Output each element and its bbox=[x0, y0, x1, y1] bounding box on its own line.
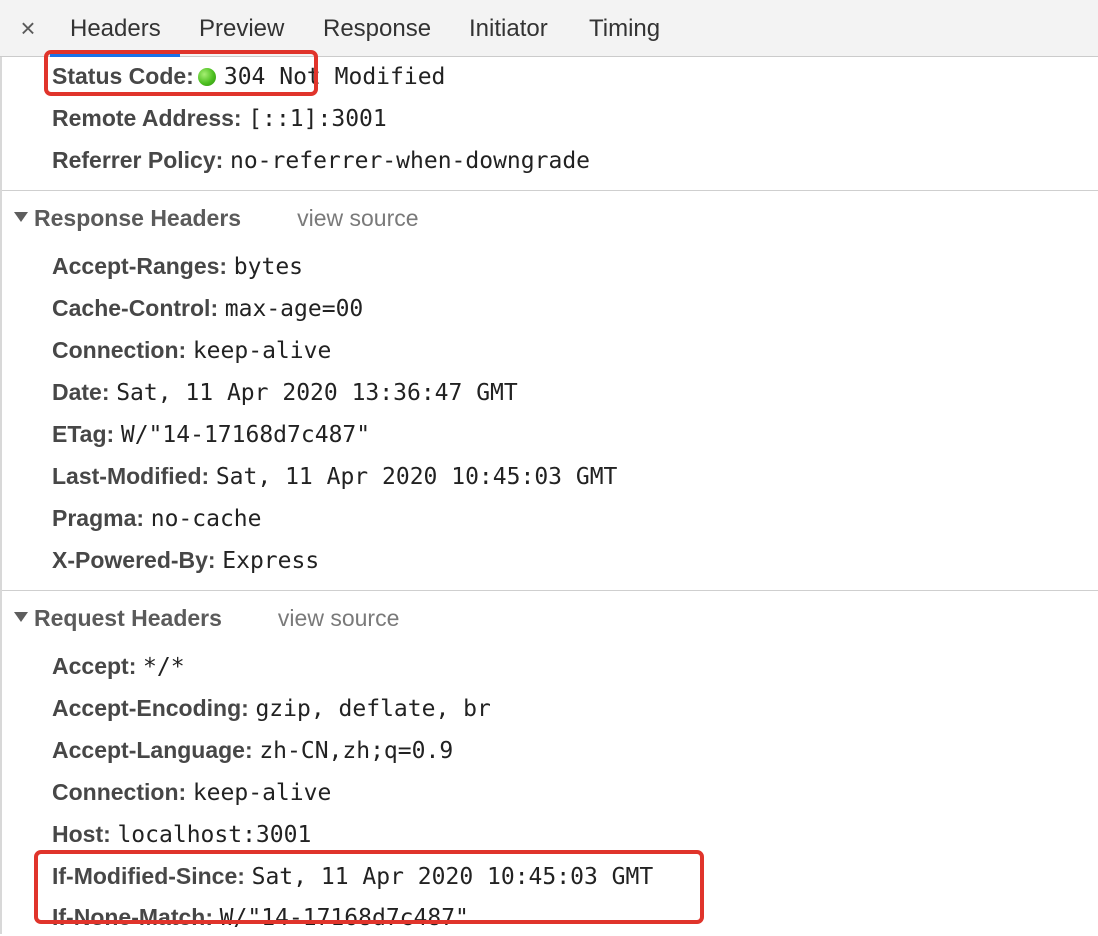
header-key: Accept: bbox=[52, 653, 137, 679]
collapse-triangle-icon[interactable] bbox=[14, 212, 28, 222]
header-row-referrer-policy: Referrer Policy: no-referrer-when-downgr… bbox=[52, 142, 590, 178]
section-divider bbox=[2, 190, 1098, 191]
header-row: Accept-Language: zh-CN,zh;q=0.9 bbox=[52, 732, 453, 768]
header-key: Date: bbox=[52, 379, 110, 405]
response-headers-section-header[interactable]: Response Headers view source bbox=[14, 200, 419, 236]
annotation-box-conditional-headers bbox=[34, 850, 704, 924]
header-row-remote-address: Remote Address: [::1]:3001 bbox=[52, 100, 387, 136]
tab-timing[interactable]: Timing bbox=[589, 0, 660, 57]
header-value: [::1]:3001 bbox=[248, 106, 387, 132]
header-value: max-age=00 bbox=[224, 296, 364, 322]
section-divider bbox=[2, 590, 1098, 591]
header-key: X-Powered-By: bbox=[52, 547, 216, 573]
header-value: Sat, 11 Apr 2020 10:45:03 GMT bbox=[215, 464, 618, 490]
header-value: bytes bbox=[233, 254, 304, 280]
header-value: W/"14-17168d7c487" bbox=[120, 422, 371, 448]
header-value: no-referrer-when-downgrade bbox=[229, 148, 591, 174]
header-row: Accept-Ranges: bytes bbox=[52, 248, 303, 284]
header-key: Accept-Language: bbox=[52, 737, 253, 763]
section-title: Request Headers bbox=[34, 605, 222, 631]
header-value: gzip, deflate, br bbox=[255, 696, 491, 722]
header-row: Host: localhost:3001 bbox=[52, 816, 311, 852]
tab-initiator[interactable]: Initiator bbox=[469, 0, 548, 57]
header-value: no-cache bbox=[150, 506, 262, 532]
header-key: Referrer Policy: bbox=[52, 147, 224, 173]
header-value: zh-CN,zh;q=0.9 bbox=[259, 738, 454, 764]
header-value: Express bbox=[222, 548, 320, 574]
tab-preview[interactable]: Preview bbox=[199, 0, 284, 57]
header-value: Sat, 11 Apr 2020 13:36:47 GMT bbox=[116, 380, 518, 406]
header-value: */* bbox=[143, 654, 185, 680]
header-row: Connection: keep-alive bbox=[52, 332, 331, 368]
header-key: Remote Address: bbox=[52, 105, 242, 131]
header-key: Connection: bbox=[52, 337, 187, 363]
collapse-triangle-icon[interactable] bbox=[14, 612, 28, 622]
header-key: Last-Modified: bbox=[52, 463, 210, 489]
header-value: keep-alive bbox=[192, 338, 332, 364]
header-row: X-Powered-By: Express bbox=[52, 542, 319, 578]
header-row: Connection: keep-alive bbox=[52, 774, 331, 810]
header-row: Last-Modified: Sat, 11 Apr 2020 10:45:03… bbox=[52, 458, 617, 494]
request-headers-section-header[interactable]: Request Headers view source bbox=[14, 600, 399, 636]
header-row: ETag: W/"14-17168d7c487" bbox=[52, 416, 370, 452]
header-row: Date: Sat, 11 Apr 2020 13:36:47 GMT bbox=[52, 374, 518, 410]
header-key: Cache-Control: bbox=[52, 295, 219, 321]
header-row: Cache-Control: max-age=00 bbox=[52, 290, 363, 326]
header-row: Accept-Encoding: gzip, deflate, br bbox=[52, 690, 491, 726]
close-icon[interactable]: × bbox=[14, 12, 42, 44]
header-row: Pragma: no-cache bbox=[52, 500, 262, 536]
header-key: ETag: bbox=[52, 421, 115, 447]
view-source-link[interactable]: view source bbox=[297, 205, 418, 231]
section-title: Response Headers bbox=[34, 205, 242, 231]
annotation-box-status-code bbox=[44, 50, 318, 96]
view-source-link[interactable]: view source bbox=[278, 605, 399, 631]
devtools-tab-bar: × Headers Preview Response Initiator Tim… bbox=[0, 0, 1098, 57]
tab-headers[interactable]: Headers bbox=[70, 0, 161, 57]
tab-response[interactable]: Response bbox=[323, 0, 431, 57]
header-value: keep-alive bbox=[192, 780, 332, 806]
header-value: localhost:3001 bbox=[117, 822, 312, 848]
headers-panel: Status Code: 304 Not Modified Remote Addr… bbox=[0, 57, 1098, 934]
header-key: Connection: bbox=[52, 779, 187, 805]
header-row: Accept: */* bbox=[52, 648, 185, 684]
header-key: Accept-Ranges: bbox=[52, 253, 228, 279]
header-key: Pragma: bbox=[52, 505, 145, 531]
header-key: Accept-Encoding: bbox=[52, 695, 249, 721]
header-key: Host: bbox=[52, 821, 111, 847]
